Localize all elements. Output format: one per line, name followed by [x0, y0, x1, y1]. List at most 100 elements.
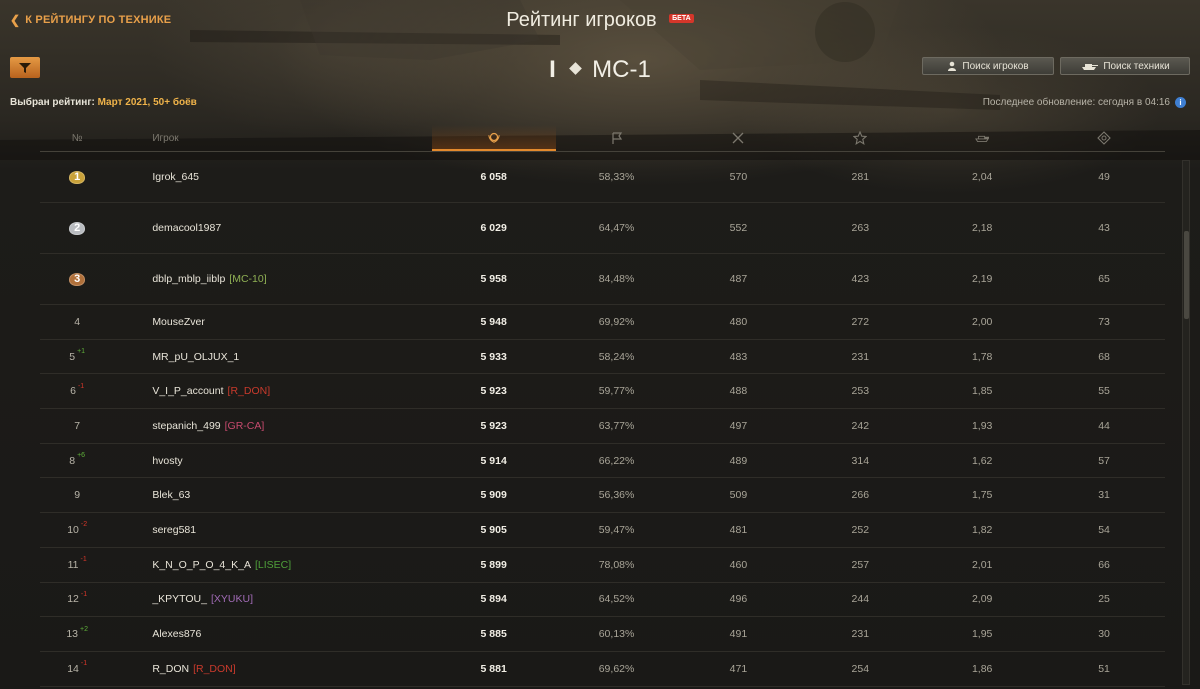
winrate-value: 64,52% [598, 593, 635, 606]
rank-number: 9 [74, 489, 81, 502]
battles-value: 487 [729, 273, 748, 285]
table-row[interactable]: 11 -1 K_N_O_P_O_4_K_A [LISEC] 5 899 78,08% 460… [40, 548, 1165, 583]
winrate-value: 69,62% [598, 662, 635, 675]
search-players-label: Поиск игроков [962, 60, 1029, 72]
frags-value: 2,01 [971, 558, 993, 571]
rating-value: 5 899 [480, 558, 507, 571]
header-rank[interactable]: № [40, 125, 114, 151]
hits-value: 43 [1098, 222, 1110, 234]
hits-value: 30 [1098, 628, 1110, 641]
player-name[interactable]: Blek_63 [152, 489, 190, 501]
player-cell: Blek_63 [114, 489, 431, 501]
player-name[interactable]: K_N_O_P_O_4_K_A [152, 559, 251, 571]
xp-value: 272 [851, 315, 870, 328]
clan-tag[interactable]: [R_DON] [193, 663, 236, 675]
clan-tag[interactable]: [R_DON] [228, 385, 271, 397]
player-cell: demacool1987 [114, 222, 431, 234]
player-name[interactable]: V_I_P_account [152, 385, 223, 397]
filter-button[interactable] [10, 57, 40, 78]
clan-tag[interactable]: [LISEC] [255, 559, 291, 571]
selected-rating-value[interactable]: Март 2021, 50+ боёв [98, 97, 197, 108]
player-name[interactable]: R_DON [152, 663, 189, 675]
scrollbar-thumb[interactable] [1184, 231, 1189, 319]
table-row[interactable]: 3 dblp_mblp_iiblp [MC-10] 5 958 84,48% 487 423… [40, 254, 1165, 305]
table-row[interactable]: 7 stepanich_499 [GR-CA] 5 923 63,77% 497 242 1,… [40, 409, 1165, 444]
rank-cell: 1 [40, 169, 114, 185]
header-hits[interactable] [1043, 125, 1165, 151]
clan-tag[interactable]: [XYUKU] [211, 593, 253, 605]
player-cell: K_N_O_P_O_4_K_A [LISEC] [114, 559, 431, 571]
player-name[interactable]: sereg581 [152, 524, 196, 536]
rank-number: 5 [69, 350, 76, 363]
header-xp[interactable] [799, 125, 921, 151]
rank-number: 13 [66, 628, 78, 641]
rating-value: 5 894 [480, 593, 507, 606]
rank-medal-icon: 3 [68, 271, 86, 287]
frags-value: 1,85 [971, 385, 993, 398]
header-battles[interactable] [677, 125, 799, 151]
rank-number: 14 [67, 662, 79, 675]
header-rating[interactable] [431, 125, 556, 151]
player-name[interactable]: _KPYTOU_ [152, 593, 207, 605]
winrate-value: 58,24% [598, 350, 635, 363]
winrate-value: 59,47% [598, 523, 635, 536]
player-name[interactable]: MR_pU_OLJUX_1 [152, 351, 239, 363]
filter-icon [19, 62, 31, 73]
tank-icon [975, 135, 990, 142]
rank-cell: 14 -1 [40, 660, 114, 675]
frags-value: 2,09 [971, 593, 993, 606]
last-update-text: Последнее обновление: сегодня в 04:16 [982, 97, 1170, 108]
table-row[interactable]: 2 demacool1987 6 029 64,47% 552 263 2,18 43 [40, 203, 1165, 254]
player-name[interactable]: hvosty [152, 455, 182, 467]
rank-change: -1 [77, 382, 85, 390]
winrate-value: 78,08% [598, 558, 635, 571]
clan-tag[interactable]: [GR-CA] [225, 420, 265, 432]
hits-value: 68 [1098, 350, 1110, 363]
table-row[interactable]: 14 -1 R_DON [R_DON] 5 881 69,62% 471 254 1,86 51 [40, 652, 1165, 687]
rating-value: 5 923 [480, 385, 507, 398]
rank-change: +1 [77, 348, 86, 356]
rank-cell: 13 +2 [40, 626, 114, 641]
player-name[interactable]: MouseZver [152, 316, 205, 328]
search-vehicles-button[interactable]: Поиск техники [1060, 57, 1190, 75]
hits-value: 66 [1098, 558, 1110, 571]
rating-value: 5 923 [480, 419, 507, 432]
table-row[interactable]: 5 +1 MR_pU_OLJUX_1 5 933 58,24% 483 231 1,78 68 [40, 340, 1165, 375]
table-row[interactable]: 13 +2 Alexes876 5 885 60,13% 491 231 1,95 30 [40, 617, 1165, 652]
star-icon [853, 131, 868, 145]
selected-rating-label: Выбран рейтинг: [10, 97, 95, 108]
player-cell: sereg581 [114, 524, 431, 536]
xp-value: 231 [851, 350, 870, 363]
player-name[interactable]: demacool1987 [152, 222, 221, 234]
rank-medal-icon: 2 [68, 220, 86, 236]
scrollbar[interactable] [1182, 160, 1190, 685]
player-name[interactable]: dblp_mblp_iiblp [152, 273, 225, 285]
rank-number: 11 [67, 558, 79, 571]
hits-value: 51 [1098, 662, 1110, 675]
rank-number: 4 [74, 315, 81, 328]
xp-value: 253 [851, 385, 870, 398]
clan-tag[interactable]: [MC-10] [229, 273, 266, 285]
header-frags[interactable] [921, 125, 1043, 151]
rank-cell: 6 -1 [40, 382, 114, 398]
table-row[interactable]: 9 Blek_63 5 909 56,36% 509 266 1,75 31 [40, 478, 1165, 514]
rank-number: 7 [74, 419, 81, 432]
player-name[interactable]: stepanich_499 [152, 420, 220, 432]
player-cell: R_DON [R_DON] [114, 663, 431, 675]
battles-value: 471 [729, 662, 748, 675]
table-row[interactable]: 8 +6 hvosty 5 914 66,22% 489 314 1,62 57 [40, 444, 1165, 479]
header-player[interactable]: Игрок [114, 125, 431, 151]
table-row[interactable]: 10 -2 sereg581 5 905 59,47% 481 252 1,82 54 [40, 513, 1165, 548]
header-winrate[interactable] [556, 125, 678, 151]
table-row[interactable]: 12 -1 _KPYTOU_ [XYUKU] 5 894 64,52% 496 244 2,09… [40, 583, 1165, 618]
search-players-button[interactable]: Поиск игроков [922, 57, 1054, 75]
player-name[interactable]: Igrok_645 [152, 171, 199, 183]
table-row[interactable]: 4 MouseZver 5 948 69,92% 480 272 2,00 73 [40, 305, 1165, 340]
table-row[interactable]: 6 -1 V_I_P_account [R_DON] 5 923 59,77% 488 253… [40, 374, 1165, 410]
info-icon[interactable]: i [1175, 97, 1186, 108]
rank-number: 10 [67, 523, 79, 536]
table-row[interactable]: 1 Igrok_645 6 058 58,33% 570 281 2,04 49 [40, 152, 1165, 203]
rank-cell: 7 [40, 420, 114, 432]
player-name[interactable]: Alexes876 [152, 628, 201, 640]
rank-change: +6 [77, 452, 86, 460]
